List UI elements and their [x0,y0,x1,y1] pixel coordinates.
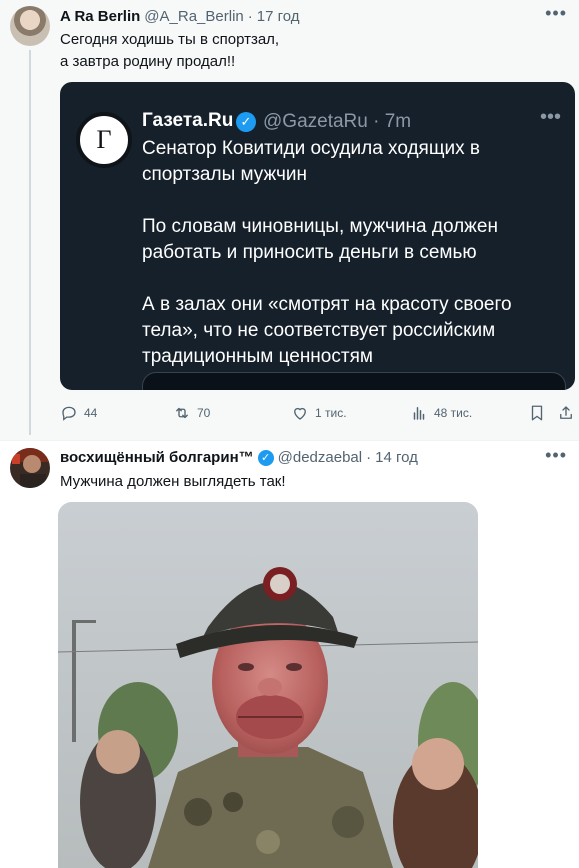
views-count: 48 тис. [434,406,473,420]
more-icon[interactable]: ••• [545,445,567,466]
embed-media-preview [142,372,566,390]
embedded-screenshot[interactable]: Г Газета.Ru ✓ @GazetaRu · 7m ••• Сенатор… [60,82,575,390]
tweet-1[interactable]: A Ra Berlin @A_Ra_Berlin · 17 год ••• Се… [0,0,579,440]
views-icon [413,407,425,420]
embed-text: Сенатор Ковитиди осудила ходящих в спорт… [142,136,562,390]
thread-line [29,50,31,435]
author-name[interactable]: восхищённый болгарин™ [60,449,254,466]
separator: · [366,449,372,466]
gazeta-logo-letter: Г [96,125,112,154]
like-button[interactable]: 1 тис. [291,404,347,422]
embed-paragraph: Сенатор Ковитиди осудила ходящих в спорт… [142,138,480,185]
embed-more-icon: ••• [539,106,561,128]
avatar[interactable] [10,6,50,46]
separator: · [247,8,253,25]
author-handle[interactable]: @dedzaebal [278,449,362,466]
tweet-header: восхищённый болгарин™ ✓ @dedzaebal · 14 … [60,449,418,466]
photo-image [58,502,478,868]
retweet-button[interactable]: 70 [173,404,210,422]
tweet-text-line: а завтра родину продал!! [60,53,236,70]
heart-icon [294,407,306,420]
tweet-header: A Ra Berlin @A_Ra_Berlin · 17 год [60,8,300,25]
bookmark-button[interactable] [528,404,546,422]
more-icon[interactable]: ••• [545,3,567,24]
author-name[interactable]: A Ra Berlin [60,8,140,25]
tweet-text: Мужчина должен выглядеть так! [60,473,286,490]
bookmark-icon [531,405,543,421]
embed-paragraph: По словам чиновницы, мужчина должен рабо… [142,216,498,263]
timestamp[interactable]: 14 год [375,449,418,466]
reply-button[interactable]: 44 [60,404,97,422]
timestamp[interactable]: 17 год [257,8,300,25]
author-handle[interactable]: @A_Ra_Berlin [144,8,243,25]
views-button[interactable]: 48 тис. [410,404,472,422]
retweet-count: 70 [197,406,211,420]
embed-paragraph: А в залах они «смотрят на красоту своего… [142,294,512,367]
tweet-text: Сегодня ходишь ты в спортзал, а завтра р… [60,29,279,73]
verified-icon: ✓ [236,112,256,132]
share-icon [560,406,572,419]
verified-icon: ✓ [257,449,274,466]
avatar[interactable] [10,448,50,488]
tweet-photo[interactable] [58,502,478,868]
retweet-icon [176,407,188,419]
gazeta-logo: Г [76,112,132,168]
action-bar: 44 70 1 тис. 48 тис. [60,404,572,426]
embed-handle-time: @GazetaRu · 7m [263,111,412,132]
embed-author-name: Газета.Ru [142,110,234,131]
like-count: 1 тис. [315,406,347,420]
share-button[interactable] [557,404,575,422]
reply-icon [62,406,76,421]
tweet-text-line: Сегодня ходишь ты в спортзал, [60,31,280,48]
reply-count: 44 [84,406,98,420]
